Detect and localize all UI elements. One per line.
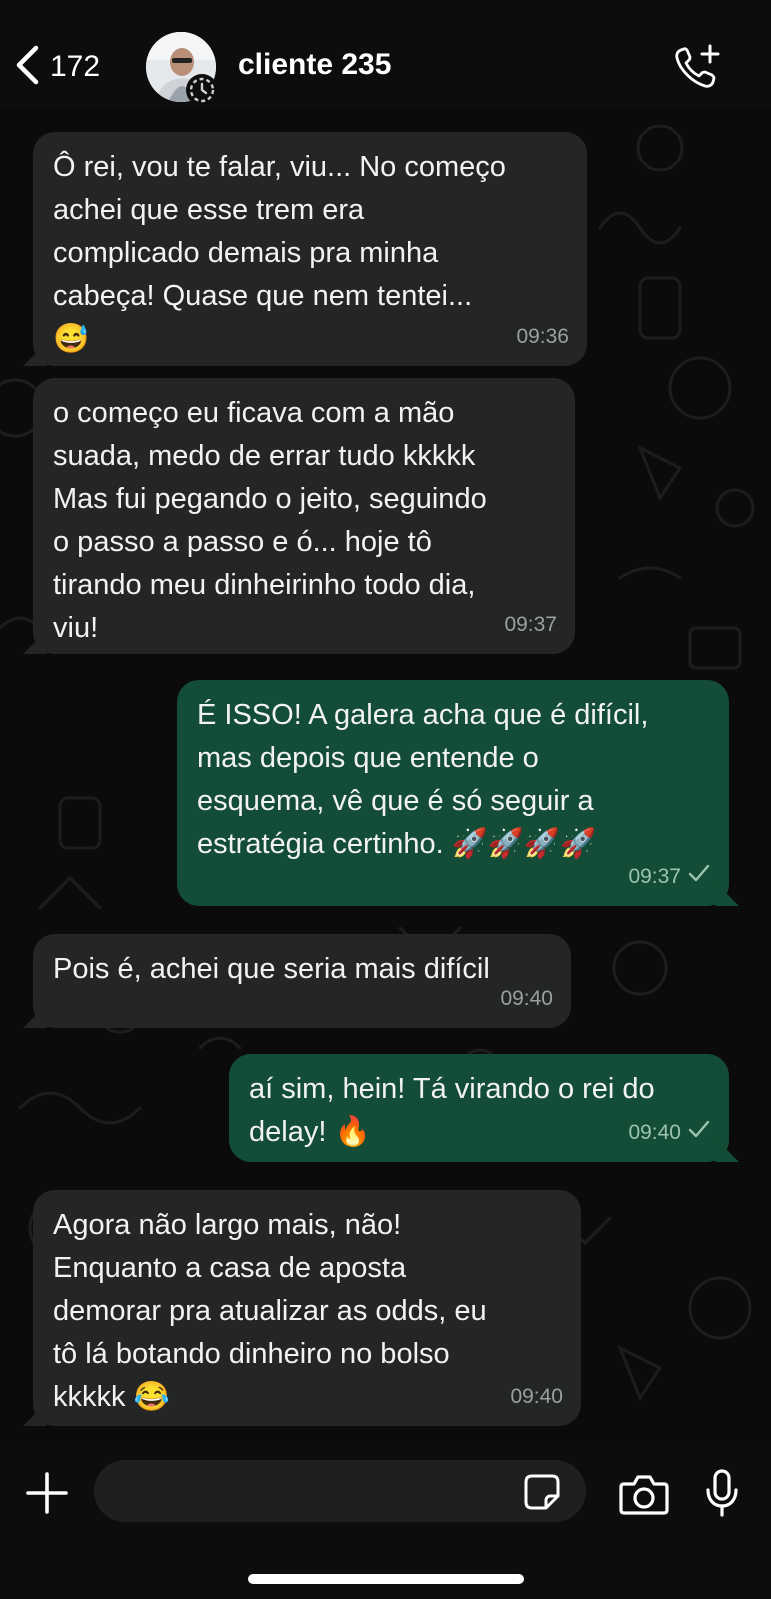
message-text: Agora não largo mais, não! Enquanto a ca… [53,1209,487,1413]
message-text: É ISSO! A galera acha que é difícil, mas… [197,699,649,860]
message-meta: 09:37 [504,603,557,646]
message-meta: 09:36 [516,315,569,358]
message-time: 09:40 [628,1121,681,1144]
message-time: 09:37 [628,865,681,888]
sticker-icon [522,1474,562,1516]
message-incoming[interactable]: Ô rei, vou te falar, viu... No começo ac… [23,132,587,366]
message-outgoing[interactable]: É ISSO! A galera acha que é difícil, mas… [177,680,739,906]
microphone-icon [704,1469,740,1522]
status-icon [186,74,218,106]
message-time: 09:37 [504,613,557,636]
message-meta: 09:40 [628,1111,711,1154]
message-time: 09:40 [510,1385,563,1408]
unread-count: 172 [50,50,101,83]
message-input[interactable] [94,1460,586,1522]
message-incoming[interactable]: Pois é, achei que seria mais difícil 09:… [23,934,571,1028]
attach-button[interactable] [24,1470,70,1516]
message-meta: 09:40 [510,1375,563,1418]
camera-button[interactable] [618,1472,670,1516]
message-outgoing[interactable]: aí sim, hein! Tá virando o rei do delay!… [229,1054,739,1162]
microphone-button[interactable] [704,1468,740,1518]
back-button[interactable]: 172 [14,44,100,90]
check-icon [687,855,711,898]
message-time: 09:40 [500,987,553,1010]
add-call-button[interactable] [672,42,722,92]
sticker-button[interactable] [522,1472,562,1512]
add-call-icon [672,44,722,96]
message-list[interactable]: Ô rei, vou te falar, viu... No começo ac… [0,108,771,1446]
message-text: Ô rei, vou te falar, viu... No começo ac… [53,151,506,355]
message-time: 09:36 [516,325,569,348]
camera-icon [618,1475,670,1520]
message-incoming[interactable]: Agora não largo mais, não! Enquanto a ca… [23,1190,581,1426]
message-text: Pois é, achei que seria mais difícil [53,953,490,985]
chevron-left-icon [14,45,40,90]
avatar[interactable] [146,32,218,106]
message-meta: 09:37 [628,855,711,898]
check-icon [687,1111,711,1154]
home-indicator [248,1574,524,1584]
chat-header: 172 cliente 235 [0,0,771,108]
message-meta: 09:40 [500,977,553,1020]
contact-name[interactable]: cliente 235 [238,48,391,82]
message-text: o começo eu ficava com a mão suada, medo… [53,397,487,644]
message-incoming[interactable]: o começo eu ficava com a mão suada, medo… [23,378,575,654]
plus-icon [24,1472,70,1520]
